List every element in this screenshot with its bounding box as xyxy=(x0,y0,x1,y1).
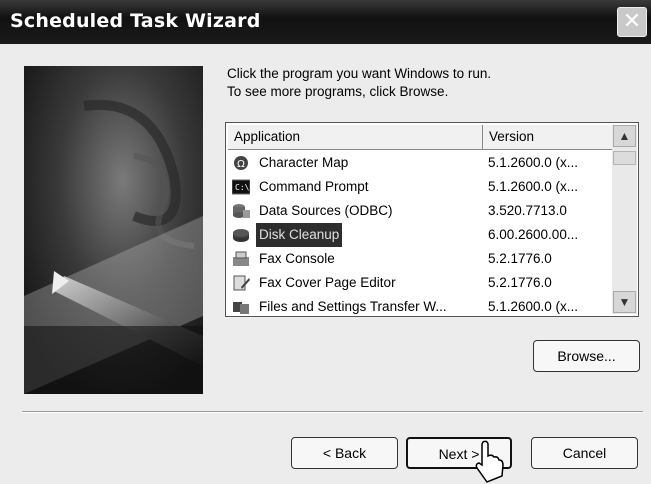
list-item-name: Fax Console xyxy=(259,251,335,266)
files-settings-transfer-icon xyxy=(232,299,250,315)
list-item-name: Command Prompt xyxy=(259,179,369,194)
svg-text:C:\: C:\ xyxy=(235,183,250,192)
character-map-icon: Ω xyxy=(232,155,250,171)
scroll-up-icon[interactable]: ▲ xyxy=(613,125,636,147)
list-item-name: Data Sources (ODBC) xyxy=(259,203,393,218)
cancel-button[interactable]: Cancel xyxy=(531,437,638,469)
list-item-name: Disk Cleanup xyxy=(256,223,343,247)
data-sources-icon xyxy=(232,203,250,219)
list-item-version: 5.2.1776.0 xyxy=(488,251,552,266)
list-rows: Ω Character Map 5.1.2600.0 (x... C:\ Com… xyxy=(228,151,612,316)
list-item[interactable]: C:\ Command Prompt 5.1.2600.0 (x... xyxy=(228,175,612,199)
list-scrollbar[interactable]: ▲ ▼ xyxy=(612,125,637,314)
list-item[interactable]: Ω Character Map 5.1.2600.0 (x... xyxy=(228,151,612,175)
disk-cleanup-icon xyxy=(232,227,250,243)
list-item-name: Files and Settings Transfer W... xyxy=(259,299,447,314)
column-header-application[interactable]: Application xyxy=(228,125,483,149)
window-title: Scheduled Task Wizard xyxy=(10,10,261,32)
instruction-line-2: To see more programs, click Browse. xyxy=(227,84,449,99)
scheduled-task-wizard-window: Scheduled Task Wizard ✕ Click the progra… xyxy=(0,0,651,484)
back-button[interactable]: < Back xyxy=(291,437,398,469)
wizard-picture xyxy=(24,66,203,394)
list-item-version: 5.2.1776.0 xyxy=(488,275,552,290)
list-item-version: 3.520.7713.0 xyxy=(488,203,567,218)
fax-cover-page-icon xyxy=(232,275,250,291)
list-item-version: 5.1.2600.0 (x... xyxy=(488,179,579,194)
list-header: Application Version xyxy=(228,125,612,150)
list-item[interactable]: Fax Cover Page Editor 5.2.1776.0 xyxy=(228,271,612,295)
list-item-version: 5.1.2600.0 (x... xyxy=(488,155,579,170)
svg-text:Ω: Ω xyxy=(237,159,245,170)
list-item-name: Fax Cover Page Editor xyxy=(259,275,396,290)
mouse-pointer-icon xyxy=(473,440,505,484)
browse-button[interactable]: Browse... xyxy=(533,340,640,372)
title-bar: Scheduled Task Wizard ✕ xyxy=(0,0,651,44)
fax-console-icon xyxy=(232,251,250,267)
list-item[interactable]: Fax Console 5.2.1776.0 xyxy=(228,247,612,271)
divider xyxy=(22,411,643,413)
close-icon: ✕ xyxy=(622,9,642,34)
column-header-version[interactable]: Version xyxy=(483,125,612,149)
list-item[interactable]: Data Sources (ODBC) 3.520.7713.0 xyxy=(228,199,612,223)
instruction-line-1: Click the program you want Windows to ru… xyxy=(227,66,492,81)
close-button[interactable]: ✕ xyxy=(617,7,647,37)
command-prompt-icon: C:\ xyxy=(231,179,251,195)
list-item-version: 6.00.2600.00... xyxy=(488,227,579,242)
list-item[interactable]: Files and Settings Transfer W... 5.1.260… xyxy=(228,295,612,316)
list-item-selected[interactable]: Disk Cleanup 6.00.2600.00... xyxy=(228,223,612,247)
scroll-thumb[interactable] xyxy=(613,151,636,165)
scroll-down-icon[interactable]: ▼ xyxy=(613,291,636,313)
program-list[interactable]: Application Version Ω Character Map 5.1.… xyxy=(225,122,639,317)
list-item-version: 5.1.2600.0 (x... xyxy=(488,299,579,314)
list-item-name: Character Map xyxy=(259,155,349,170)
